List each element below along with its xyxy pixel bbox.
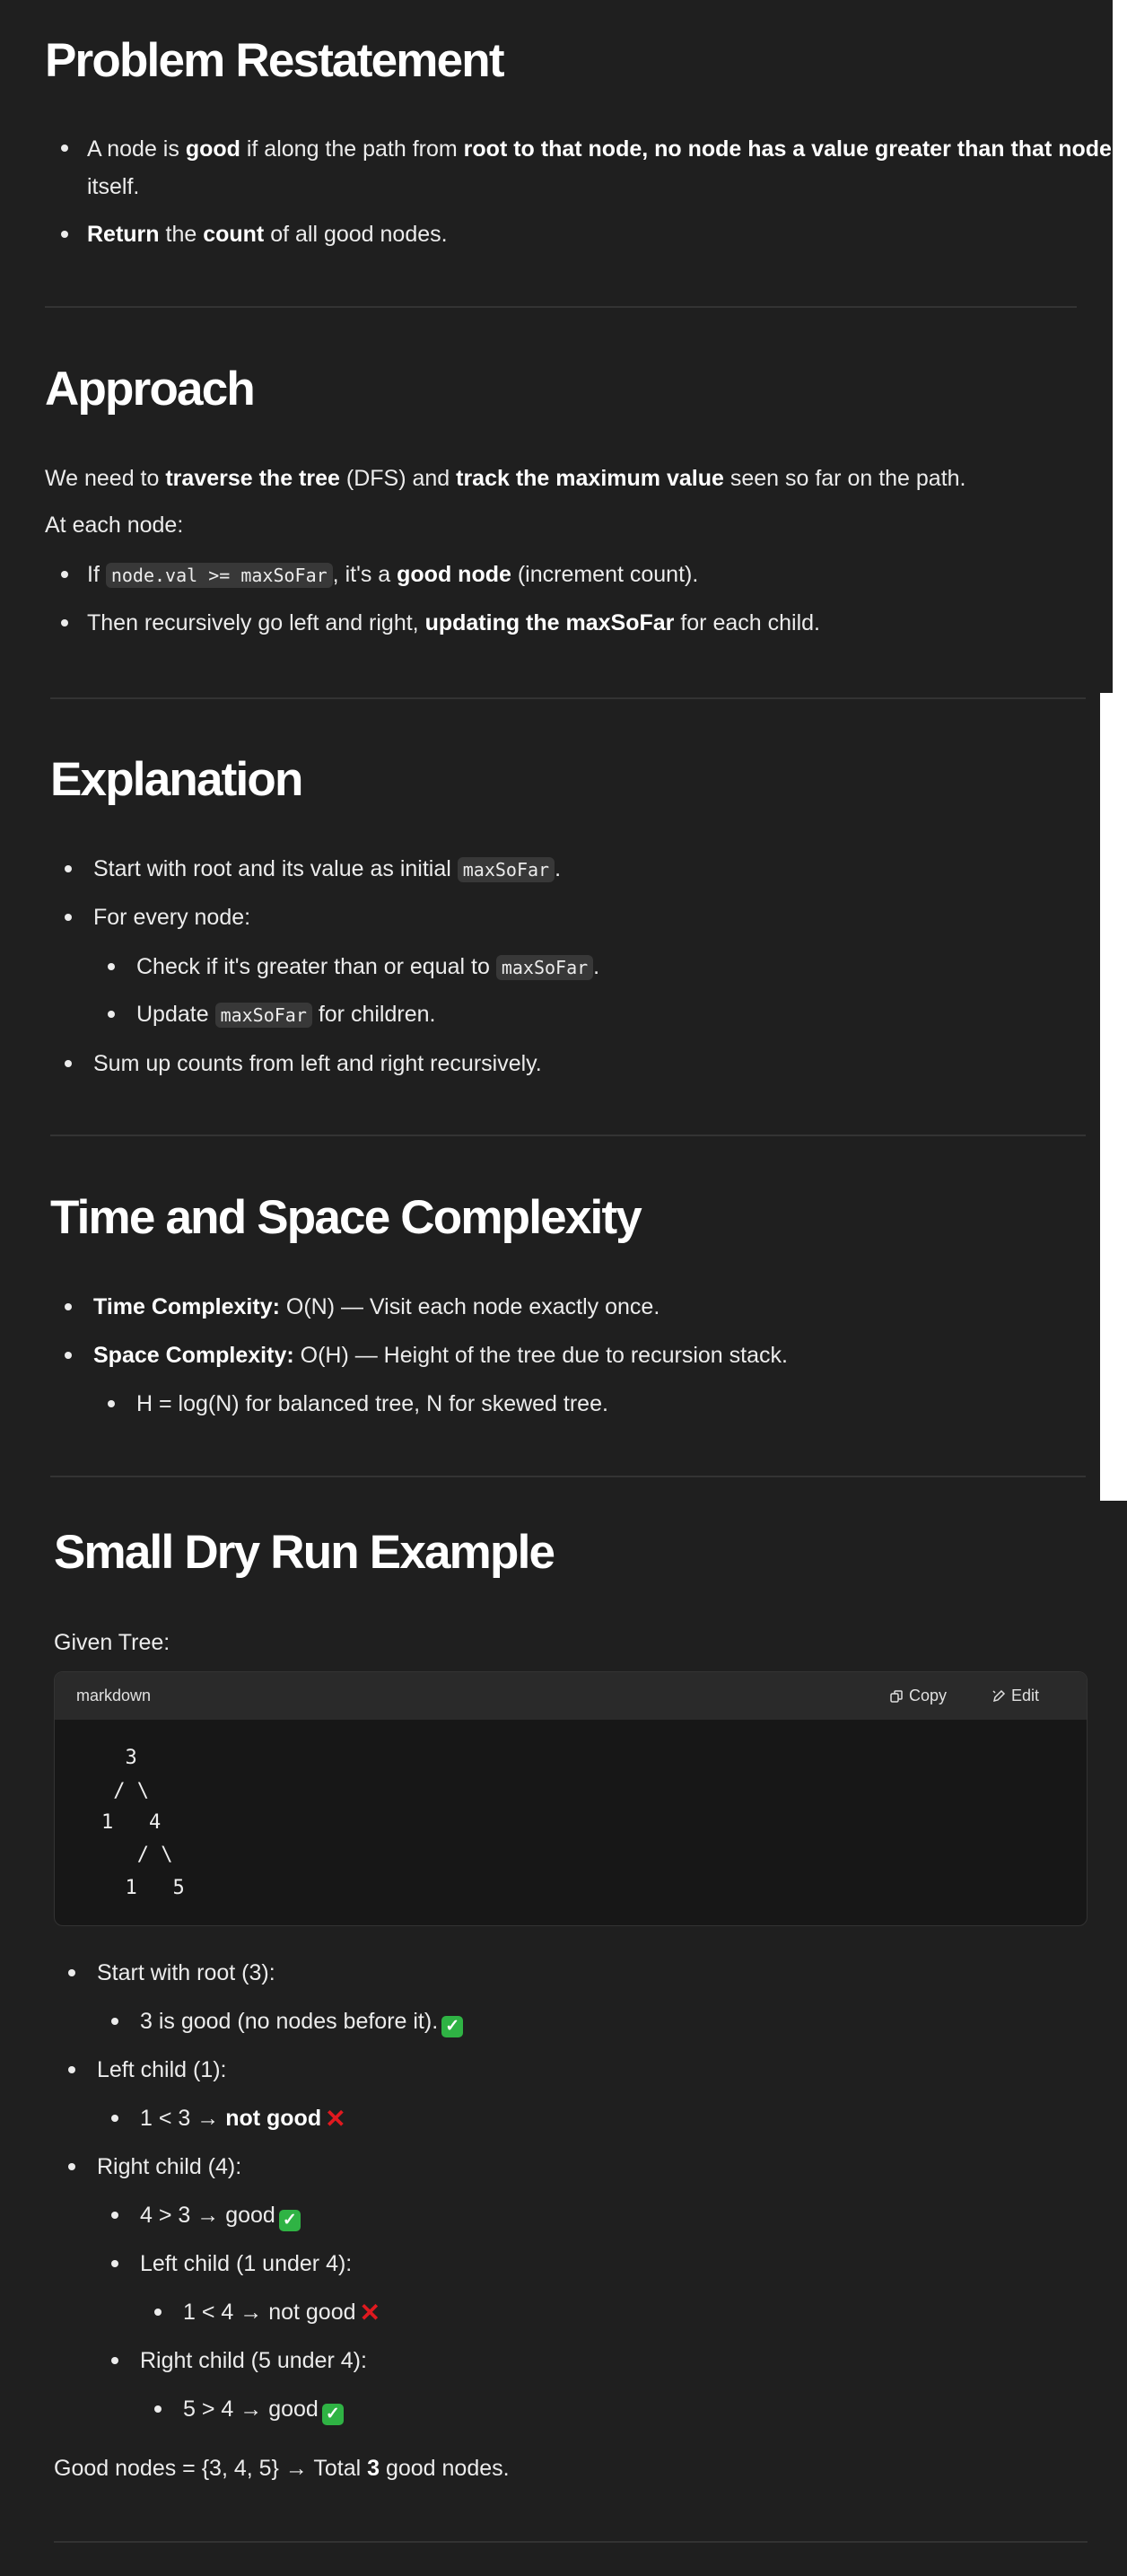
bullet xyxy=(65,914,72,921)
copy-button[interactable]: Copy xyxy=(889,1687,947,1705)
bullet xyxy=(68,2163,75,2170)
bullet xyxy=(111,2357,118,2364)
list-item-nested: 1 < 3 → not good ✕ xyxy=(140,2105,346,2133)
bullet xyxy=(65,1060,72,1067)
bullet xyxy=(154,2405,162,2413)
cross-mark-emoji: ✕ xyxy=(359,2299,380,2326)
list-item-nested: Check if it's greater than or equal to m… xyxy=(136,954,600,980)
code-line: / \ xyxy=(101,1844,173,1866)
list-item: A node is good if along the path from ro… xyxy=(87,136,1112,199)
inline-code: maxSoFar xyxy=(457,857,555,882)
list-item: Start with root (3): xyxy=(97,1960,275,1985)
list-item-nested: Update maxSoFar for children. xyxy=(136,1002,436,1028)
check-mark-emoji: ✓ xyxy=(278,2210,301,2231)
list-item: For every node: xyxy=(93,905,251,930)
inline-code: maxSoFar xyxy=(214,1003,312,1028)
list-item: Sum up counts from left and right recurs… xyxy=(93,1051,542,1076)
bullet xyxy=(61,231,68,238)
pencil-icon xyxy=(992,1689,1006,1702)
code-language-label: markdown xyxy=(76,1687,152,1704)
list-item-nested: 3 is good (no nodes before it). ✓ xyxy=(140,2003,464,2039)
list-item: If node.val >= maxSoFar, it's a good nod… xyxy=(87,562,699,588)
list-item-nested-2: 5 > 4 → good ✓ xyxy=(183,2391,344,2427)
bullet xyxy=(65,1303,72,1310)
heading-approach: Approach xyxy=(45,363,256,416)
list-item: Start with root and its value as initial… xyxy=(93,856,562,882)
list-item: Left child (1): xyxy=(97,2057,227,2082)
list-item: Time Complexity: O(N) — Visit each node … xyxy=(93,1294,660,1319)
list-item-nested: Left child (1 under 4): xyxy=(140,2251,353,2276)
panel-problem-approach: Problem Restatement A node is good if al… xyxy=(0,0,1113,693)
bullet xyxy=(68,1969,75,1976)
bullet xyxy=(61,571,68,578)
bullet xyxy=(65,865,72,872)
edit-button[interactable]: Edit xyxy=(992,1687,1039,1705)
heading-dry-run: Small Dry Run Example xyxy=(54,1526,555,1579)
bullet xyxy=(61,145,68,152)
bullet xyxy=(108,1011,115,1018)
list-item-nested: H = log(N) for balanced tree, N for skew… xyxy=(136,1391,608,1416)
bullet xyxy=(111,2018,118,2025)
code-line: 3 xyxy=(101,1747,137,1769)
heading-complexity: Time and Space Complexity xyxy=(50,1191,642,1244)
paragraph: Given Tree: xyxy=(54,1630,170,1655)
bullet xyxy=(61,619,68,626)
panel-explanation-complexity: Explanation Start with root and its valu… xyxy=(0,693,1100,1501)
bullet xyxy=(111,2115,118,2122)
divider xyxy=(50,1135,1086,1136)
code-block: markdown Copy Edit 3 / \ 1 4 / \ 1 5 xyxy=(54,1671,1088,1926)
paragraph: We need to traverse the tree (DFS) and t… xyxy=(45,466,966,491)
copy-label: Copy xyxy=(909,1687,948,1704)
summary-paragraph: Good nodes = {3, 4, 5} → Total 3 good no… xyxy=(54,2456,510,2481)
cross-mark-emoji: ✕ xyxy=(325,2105,346,2133)
bullet xyxy=(154,2309,162,2316)
edit-label: Edit xyxy=(1011,1687,1040,1704)
divider xyxy=(54,2541,1088,2543)
copy-icon xyxy=(890,1689,903,1703)
bullet xyxy=(68,2066,75,2073)
divider xyxy=(50,1476,1086,1477)
bullet xyxy=(108,1400,115,1407)
list-item-nested-2: 1 < 4 → not good ✕ xyxy=(183,2299,380,2326)
bullet xyxy=(108,963,115,970)
divider xyxy=(50,697,1086,699)
code-block-header: markdown Copy Edit xyxy=(55,1672,1087,1720)
list-item-nested: Right child (5 under 4): xyxy=(140,2348,367,2373)
list-item: Space Complexity: O(H) — Height of the t… xyxy=(93,1343,788,1368)
list-item-nested: 4 > 3 → good ✓ xyxy=(140,2197,301,2233)
bullet xyxy=(111,2260,118,2267)
divider xyxy=(45,306,1077,308)
inline-code: maxSoFar xyxy=(495,955,594,980)
list-item: Return the count of all good nodes. xyxy=(87,222,448,247)
list-item: Right child (4): xyxy=(97,2154,242,2179)
inline-code: node.val >= maxSoFar xyxy=(105,563,333,588)
check-mark-emoji: ✓ xyxy=(441,2016,464,2037)
bullet xyxy=(111,2212,118,2219)
code-line: 1 4 xyxy=(101,1811,162,1834)
list-item: Then recursively go left and right, upda… xyxy=(87,610,820,635)
heading-problem-restatement: Problem Restatement xyxy=(45,34,504,87)
paragraph: At each node: xyxy=(45,513,184,538)
code-line: 1 5 xyxy=(101,1877,185,1899)
check-mark-emoji: ✓ xyxy=(321,2404,344,2425)
code-line: / \ xyxy=(101,1780,149,1802)
bullet xyxy=(65,1352,72,1359)
heading-explanation: Explanation xyxy=(50,753,303,806)
